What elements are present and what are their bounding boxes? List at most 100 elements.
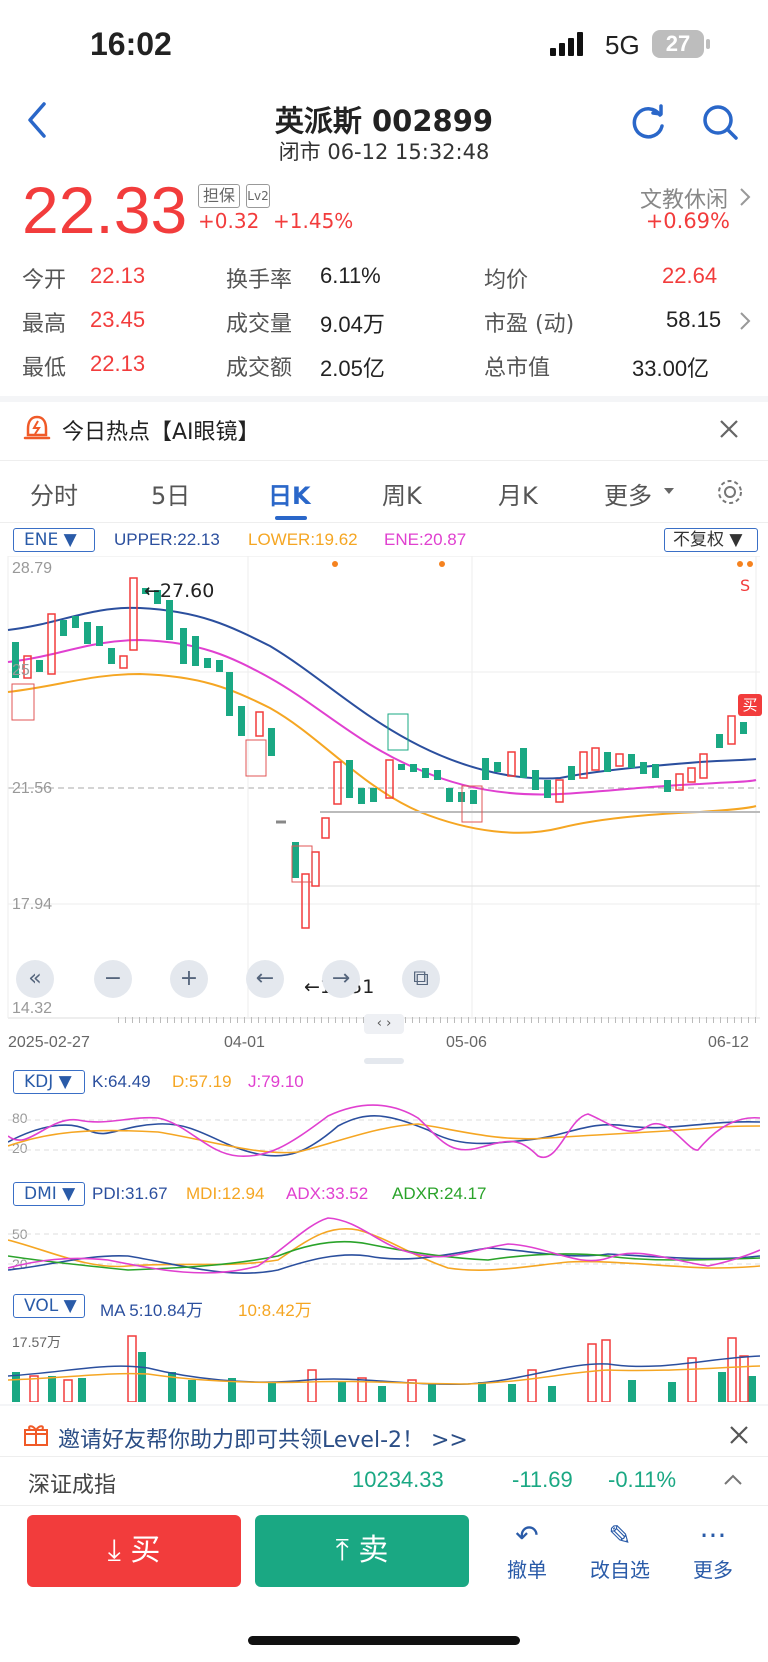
clock: 16:02 [90,26,172,62]
mcap-label: 总市值 [484,356,551,381]
turnover-value: 6.11% [320,263,381,288]
chevron-right-icon[interactable] [738,186,752,208]
buy-signal: 买 [738,694,762,716]
gear-icon[interactable] [714,476,746,508]
price-change: +0.32 [198,209,260,233]
zoom-in-button[interactable]: + [170,960,208,998]
divider [0,460,768,461]
event-dot [737,561,743,567]
price-change-pct: +1.45% [273,209,354,233]
gift-icon [24,1425,48,1446]
kdj-d: D:57.19 [172,1072,232,1091]
tab-more[interactable]: 更多 [604,476,652,511]
tab-weekly-k[interactable]: 周K [382,476,422,511]
dmi-select[interactable]: DMI ▼ [13,1182,85,1206]
kdj-select[interactable]: KDJ ▼ [13,1070,85,1094]
buy-button[interactable]: ⤓ 买 [27,1515,241,1587]
undo-icon: ↶ [515,1519,539,1552]
avg-value: 22.64 [662,263,718,288]
battery-cap [706,39,710,49]
close-icon[interactable] [728,1424,750,1446]
low-value: 22.13 [90,351,146,376]
scroll-right-button[interactable]: → [322,960,360,998]
zoom-out-button[interactable]: − [94,960,132,998]
chevron-right-icon[interactable] [738,310,752,332]
amount-label: 成交额 [226,356,293,381]
dmi-chart [8,1217,760,1274]
event-dot [747,561,753,567]
fullscreen-button[interactable]: ⧉ [402,960,440,998]
y-axis-label: 21.56 [12,780,53,797]
pe-value: 58.15 [666,307,722,332]
caret-down-icon[interactable] [662,486,676,496]
resize-handle[interactable] [364,1058,404,1064]
low-label: 最低 [22,356,67,381]
pe-label[interactable]: 市盈 (动) [484,306,574,338]
chart-edit-icon: ✎ [608,1519,632,1552]
sell-button[interactable]: ⤒ 卖 [255,1515,469,1587]
dmi-pdi: PDI:31.67 [92,1184,168,1203]
status-bar: 16:02 5G 27 [0,0,768,90]
lower-line [7,672,757,834]
scroll-left-button[interactable]: ← [246,960,284,998]
divider [0,1505,768,1506]
avg-label: 均价 [484,268,529,293]
index-change: -11.69 [512,1467,573,1492]
margin-badge: 担保 [198,184,240,208]
sell-signal: S [740,576,751,595]
tab-5day[interactable]: 5日 [151,476,190,511]
hot-topic[interactable]: 今日热点【AI眼镜】 [62,414,260,446]
index-name[interactable]: 深证成指 [28,1467,116,1499]
lower-value: LOWER:19.62 [248,530,358,549]
x-axis-label: 04-01 [224,1034,265,1051]
high-value: 23.45 [90,307,146,332]
alarm-icon [23,415,51,440]
adjust-select[interactable]: 不复权 ▼ [664,528,758,552]
tab-daily-k[interactable]: 日K [268,476,311,511]
turnover-label: 换手率 [226,268,293,293]
battery-icon: 27 [652,30,704,58]
kdj-markers [11,683,483,883]
invite-banner[interactable]: 邀请好友帮你助力即可共领Level-2！ >> [58,1422,468,1454]
divider [0,396,768,402]
more-button[interactable]: ··· 更多 [673,1518,753,1583]
kdj-k: K:64.49 [92,1072,151,1091]
index-change-pct: -0.11% [608,1467,677,1492]
kdj-j: J:79.10 [248,1072,304,1091]
vol-ma5: MA 5:10.84万 [100,1301,204,1320]
x-axis-label: 05-06 [446,1034,487,1051]
x-axis-label: 2025-02-27 [8,1034,90,1051]
indicator-select[interactable]: ENE ▼ [13,528,95,552]
kdj-chart [8,1104,760,1159]
dmi-adx: ADX:33.52 [286,1184,369,1203]
scroll-handle[interactable]: ‹ › [364,1014,404,1034]
mcap-value: 33.00亿 [632,356,710,381]
y-axis-label: 17.94 [12,896,53,913]
cancel-order-button[interactable]: ↶ 撤单 [487,1518,567,1583]
volume-chart [8,1335,760,1402]
refresh-icon[interactable] [628,102,668,142]
tab-monthly-k[interactable]: 月K [498,476,538,511]
open-value: 22.13 [90,263,146,288]
high-marker: ←27.60 [144,580,215,602]
tab-indicator [275,516,307,520]
kline-chart[interactable] [0,556,768,1026]
divider [0,522,768,523]
signal-icon [550,32,583,56]
dmi-mdi: MDI:12.94 [186,1184,265,1203]
chevron-up-icon[interactable] [722,1472,744,1488]
volume-value: 9.04万 [320,312,385,337]
close-icon[interactable] [718,418,740,440]
more-dots-icon: ··· [699,1519,727,1552]
sector-change: +0.69% [645,209,730,233]
home-indicator [248,1636,520,1645]
network-type: 5G [605,30,640,60]
watchlist-button[interactable]: ✎ 改自选 [580,1518,660,1583]
volume-label: 成交量 [226,312,293,337]
rewind-button[interactable]: « [16,960,54,998]
search-icon[interactable] [700,102,740,142]
vol-select[interactable]: VOL ▼ [13,1294,85,1318]
divider [0,1404,768,1406]
y-axis-label: 28.79 [12,560,53,577]
tab-timeshare[interactable]: 分时 [30,476,78,511]
